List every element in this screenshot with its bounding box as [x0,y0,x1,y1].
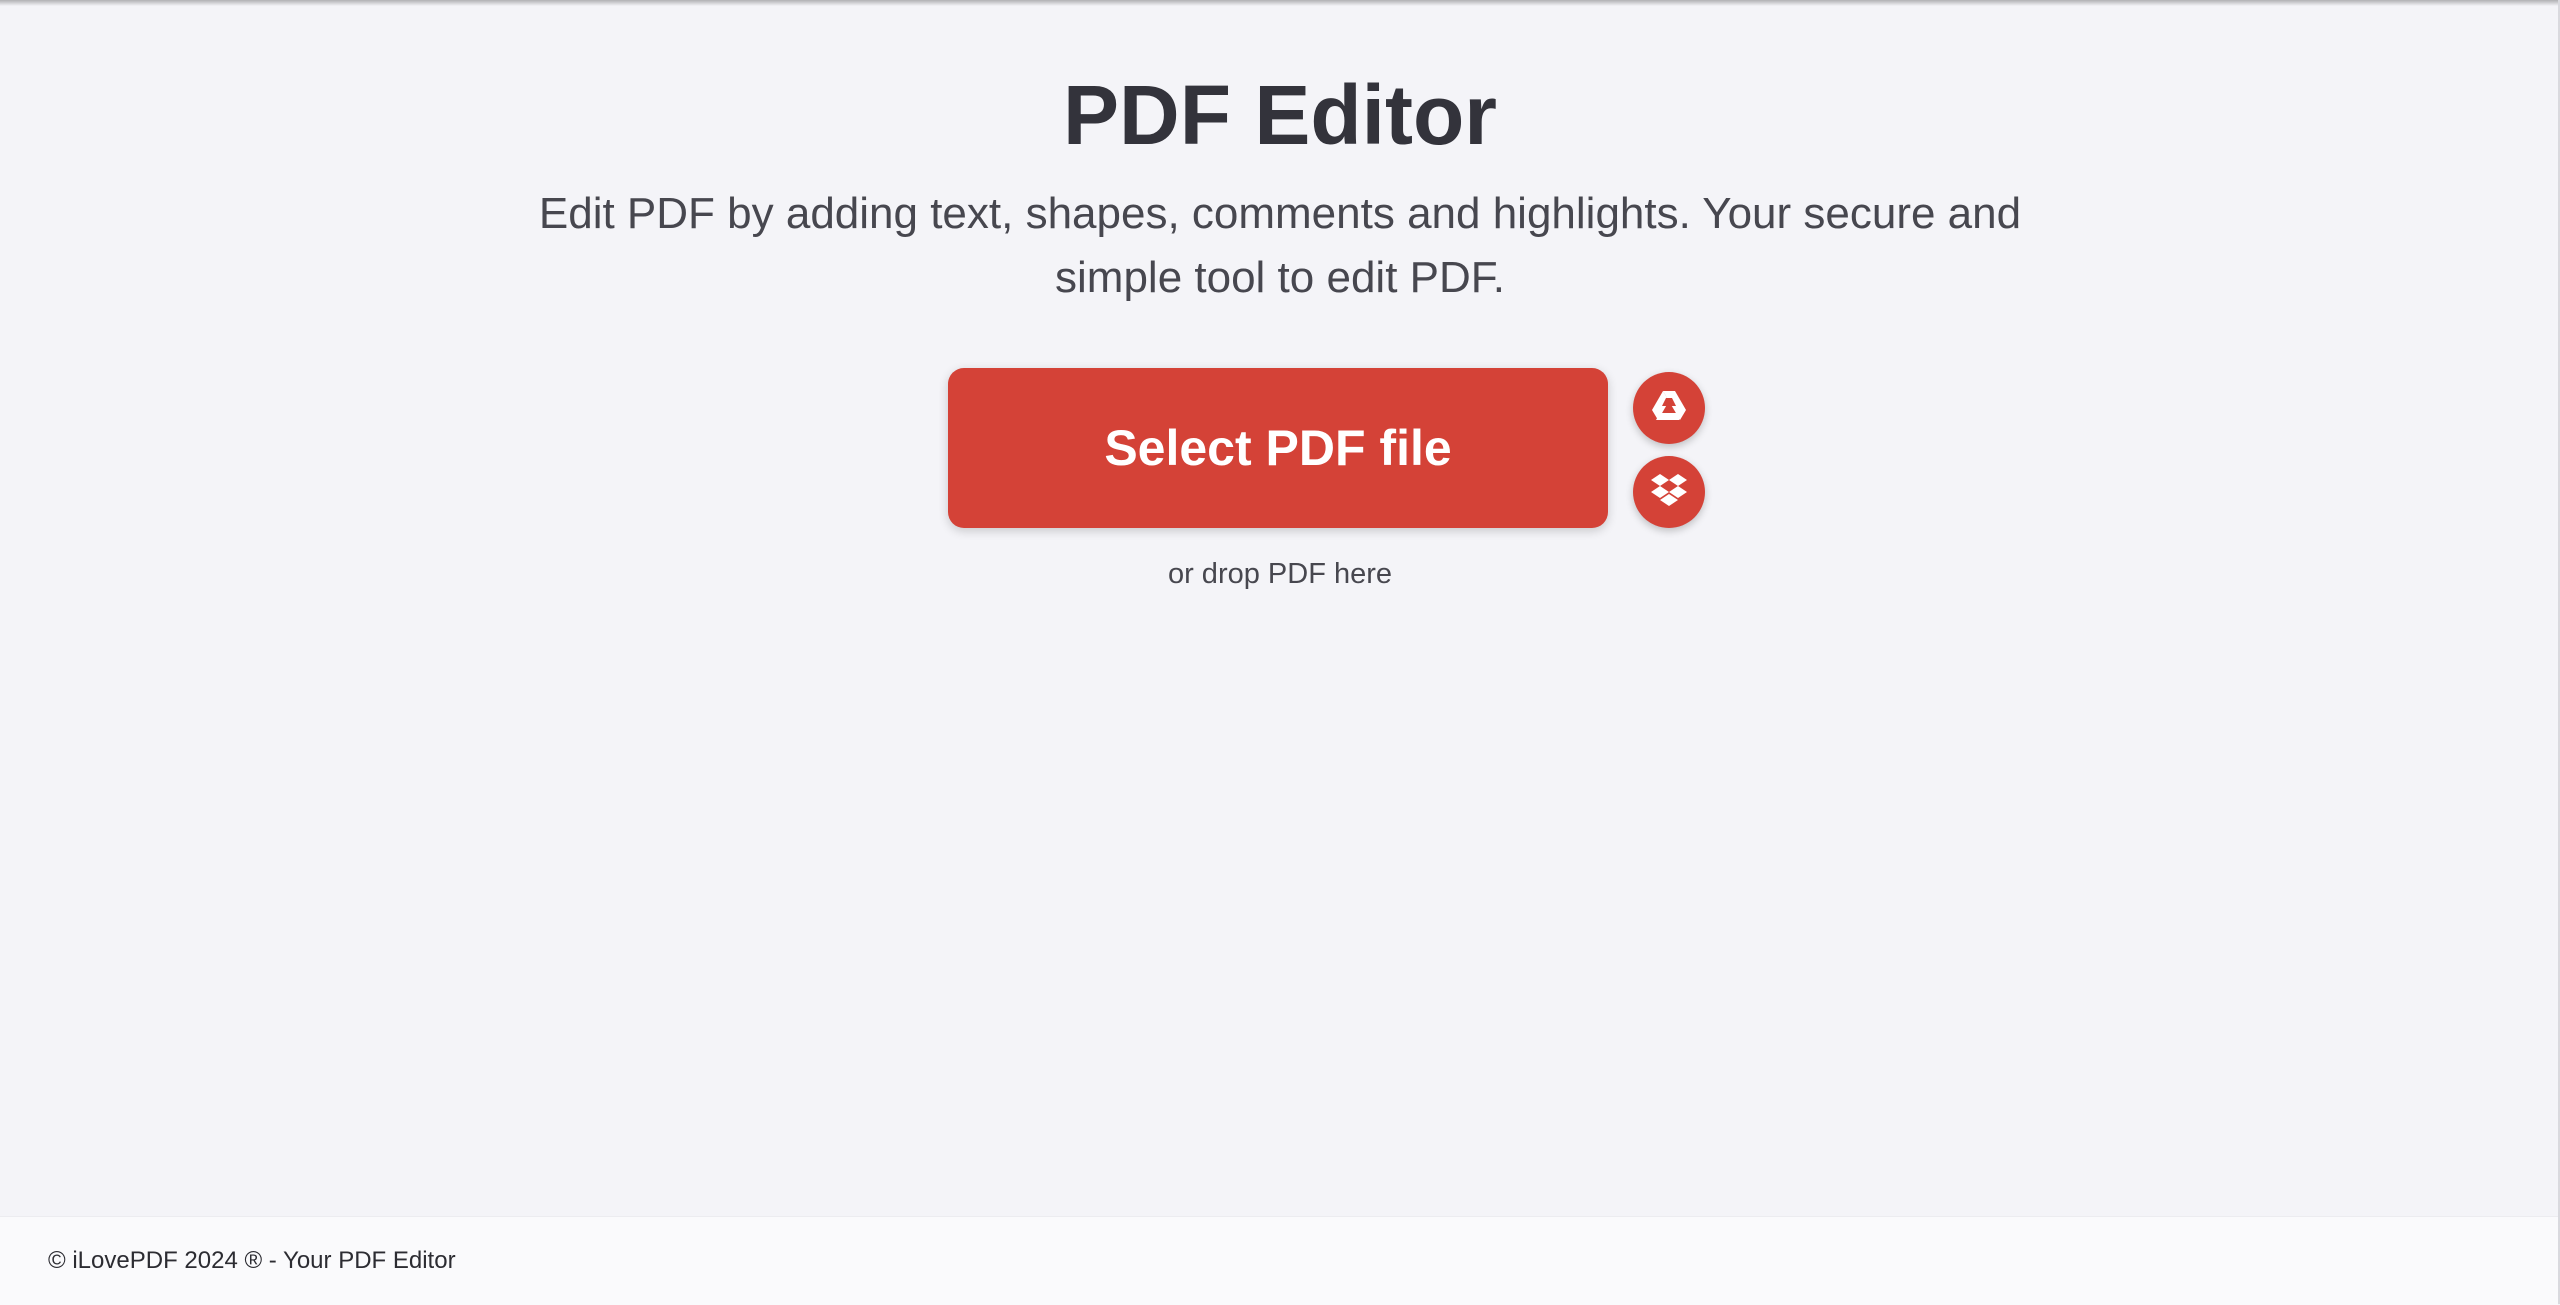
google-drive-button[interactable] [1633,372,1705,444]
footer: © iLovePDF 2024 ® - Your PDF Editor [0,1216,2558,1305]
top-shadow [0,0,2560,6]
drop-pdf-hint: or drop PDF here [1167,558,1393,590]
dropbox-icon [1650,472,1688,513]
dropbox-button[interactable] [1633,456,1705,528]
page-title: PDF Editor [1063,68,1497,162]
google-drive-icon [1650,389,1688,428]
page-subtitle: Edit PDF by adding text, shapes, comment… [538,189,2022,302]
select-pdf-file-button[interactable]: Select PDF file [948,368,1608,528]
footer-copyright: © iLovePDF 2024 ® - Your PDF Editor [48,1247,456,1274]
